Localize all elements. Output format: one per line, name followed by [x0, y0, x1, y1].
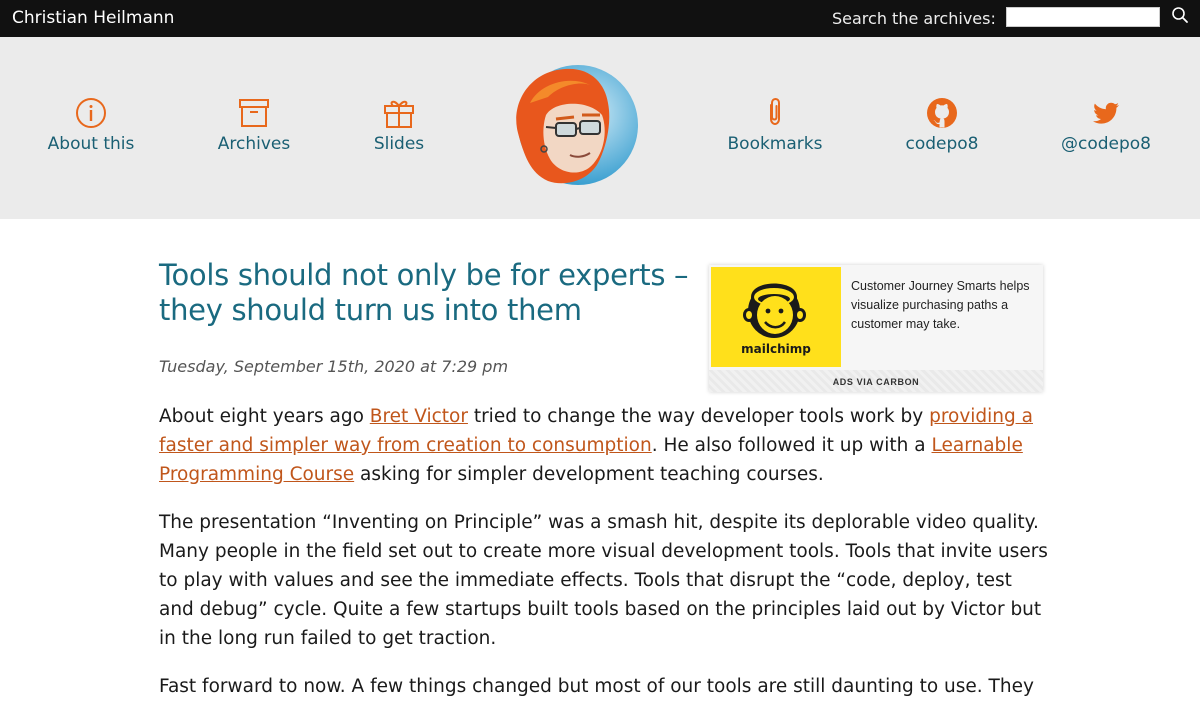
- search-icon: [1172, 6, 1188, 23]
- article-paragraph: About eight years ago Bret Victor tried …: [159, 402, 1049, 489]
- search-input[interactable]: [1006, 7, 1160, 27]
- post-date: Tuesday, September 15th, 2020 at 7:29 pm: [159, 357, 509, 376]
- avatar-illustration: [516, 65, 638, 185]
- paragraph-text: asking for simpler development teaching …: [354, 464, 824, 485]
- nav-item-archives[interactable]: Archives: [184, 97, 324, 154]
- paragraph-text: tried to change the way developer tools …: [467, 406, 930, 427]
- carbon-ad[interactable]: mailchimp Customer Journey Smarts helps …: [709, 265, 1043, 392]
- link-bret-victor[interactable]: Bret Victor: [370, 406, 468, 427]
- nav-item-label: Bookmarks: [727, 134, 823, 154]
- search-button[interactable]: [1170, 5, 1190, 27]
- ad-image[interactable]: mailchimp: [711, 267, 841, 367]
- gift-icon: [384, 100, 414, 128]
- nav-item-about[interactable]: About this: [21, 97, 161, 154]
- ad-footer-label[interactable]: ADS VIA CARBON: [709, 370, 1043, 392]
- nav-item-label: Slides: [373, 134, 425, 154]
- nav-item-label: Archives: [217, 134, 291, 154]
- ad-text[interactable]: Customer Journey Smarts helps visualize …: [851, 277, 1036, 334]
- avatar[interactable]: [510, 63, 642, 191]
- nav-item-github[interactable]: codepo8: [872, 97, 1012, 154]
- nav-item-bookmarks[interactable]: Bookmarks: [705, 97, 845, 154]
- paragraph-text: About eight years ago: [159, 406, 370, 427]
- nav-item-label: About this: [47, 134, 135, 154]
- article-paragraph: The presentation “Inventing on Principle…: [159, 512, 1048, 649]
- twitter-icon: [1093, 102, 1119, 124]
- nav-item-twitter[interactable]: @codepo8: [1036, 97, 1176, 154]
- paragraph-text: . He also followed it up with a: [651, 435, 932, 456]
- site-title-link[interactable]: Christian Heilmann: [12, 8, 174, 28]
- archive-box-icon: [239, 99, 269, 127]
- paperclip-icon: [770, 97, 780, 126]
- nav-item-label: codepo8: [905, 134, 979, 154]
- main-navigation: About this Archives Slides Bookmarks cod…: [0, 37, 1200, 219]
- ad-brand-wordmark: mailchimp: [741, 342, 811, 356]
- nav-item-slides[interactable]: Slides: [329, 97, 469, 154]
- info-icon: [76, 98, 106, 128]
- nav-item-label: @codepo8: [1060, 134, 1151, 154]
- github-icon: [927, 98, 957, 128]
- article-paragraph: Fast forward to now. A few things change…: [159, 676, 1034, 697]
- post-title[interactable]: Tools should not only be for experts – t…: [159, 258, 689, 328]
- search-label: Search the archives:: [832, 9, 996, 28]
- article-body: About eight years ago Bret Victor tried …: [159, 402, 1049, 720]
- top-bar: Christian Heilmann Search the archives:: [0, 0, 1200, 37]
